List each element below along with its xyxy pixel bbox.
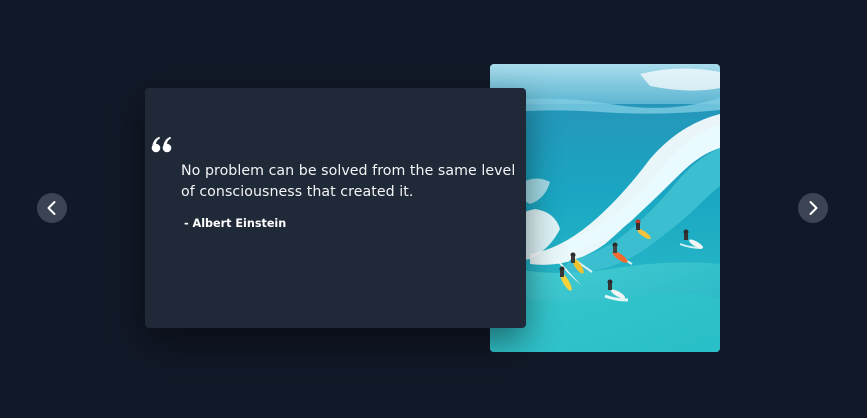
chevron-left-icon: [45, 200, 59, 216]
quote-author: - Albert Einstein: [184, 217, 287, 230]
testimonial-card: No problem can be solved from the same l…: [145, 88, 526, 328]
slider-stage: No problem can be solved from the same l…: [0, 0, 867, 418]
chevron-right-icon: [806, 200, 820, 216]
quote-icon: [151, 136, 173, 158]
previous-slide-button[interactable]: [37, 193, 67, 223]
next-slide-button[interactable]: [798, 193, 828, 223]
quote-text: No problem can be solved from the same l…: [181, 163, 516, 200]
